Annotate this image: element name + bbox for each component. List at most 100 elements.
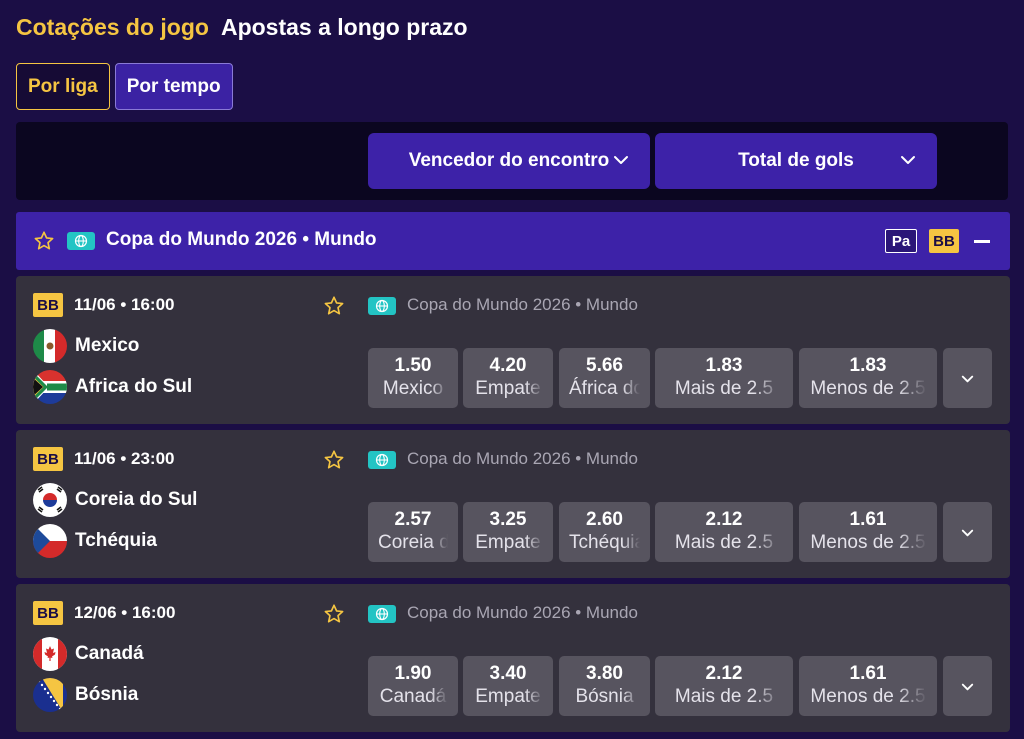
odd-under-button[interactable]: 1.61 Menos de 2.5 xyxy=(799,656,937,716)
match-league: Copa do Mundo 2026 • Mundo xyxy=(407,295,638,314)
tab-game-odds[interactable]: Cotações do jogo xyxy=(16,14,209,41)
match-time: 12/06 • 16:00 xyxy=(74,603,176,622)
market-total-goals-dropdown[interactable]: Total de gols xyxy=(655,133,937,189)
odd-draw-button[interactable]: 4.20 Empate xyxy=(463,348,553,408)
chevron-down-icon xyxy=(961,375,974,383)
odd-under-button[interactable]: 1.61 Menos de 2.5 xyxy=(799,502,937,562)
south-korea-flag-icon xyxy=(33,483,67,517)
away-team-name: Bósnia xyxy=(75,684,139,705)
away-team: Bósnia xyxy=(33,678,138,712)
odd-label: Menos de 2.5 xyxy=(810,378,926,399)
away-team-name: Tchéquia xyxy=(75,530,157,551)
odd-under-button[interactable]: 1.83 Menos de 2.5 xyxy=(799,348,937,408)
tab-long-term-bets[interactable]: Apostas a longo prazo xyxy=(221,14,468,41)
star-icon[interactable] xyxy=(323,295,345,317)
home-team-name: Mexico xyxy=(75,335,140,356)
market-bar: Vencedor do encontro Total de gols xyxy=(16,122,1008,200)
star-icon[interactable] xyxy=(33,230,55,252)
market-total-goals-label: Total de gols xyxy=(738,150,854,171)
odd-label: Empate xyxy=(475,378,541,399)
collapse-icon[interactable] xyxy=(974,240,990,243)
south-africa-flag-icon xyxy=(33,370,67,404)
globe-icon xyxy=(368,451,396,469)
star-icon[interactable] xyxy=(323,603,345,625)
odd-value: 1.61 xyxy=(849,509,887,530)
odd-label: Empate xyxy=(475,532,541,553)
globe-icon xyxy=(368,605,396,623)
market-winner-dropdown[interactable]: Vencedor do encontro xyxy=(368,133,650,189)
away-team: Tchéquia xyxy=(33,524,157,558)
odd-value: 1.83 xyxy=(705,355,743,376)
odd-label: Mais de 2.5 xyxy=(674,686,774,707)
bosnia-flag-icon xyxy=(33,678,67,712)
odd-label: Tchéquia xyxy=(569,532,640,553)
odd-value: 1.50 xyxy=(394,355,432,376)
odd-label: Menos de 2.5 xyxy=(810,532,926,553)
match-card[interactable]: BB 11/06 • 16:00 Copa do Mundo 2026 • Mund… xyxy=(16,276,1010,424)
league-title: Copa do Mundo 2026 • Mundo xyxy=(106,229,377,250)
expand-markets-button[interactable] xyxy=(943,656,992,716)
chevron-down-icon xyxy=(901,156,915,164)
odd-value: 4.20 xyxy=(489,355,527,376)
match-time: 11/06 • 23:00 xyxy=(74,449,175,468)
filter-by-time-button[interactable]: Por tempo xyxy=(114,63,233,110)
odd-label: Coreia do Sul xyxy=(378,532,448,553)
odd-value: 1.83 xyxy=(849,355,887,376)
odd-label: África do Sul xyxy=(569,378,640,399)
bb-badge: BB xyxy=(929,229,959,253)
odd-value: 3.80 xyxy=(586,663,623,684)
odd-label: Canadá xyxy=(379,686,447,707)
odd-value: 2.12 xyxy=(705,663,743,684)
odd-away-button[interactable]: 3.80 Bósnia xyxy=(559,656,650,716)
odd-value: 2.60 xyxy=(586,509,623,530)
odd-away-button[interactable]: 5.66África do Sul xyxy=(559,348,650,408)
odd-home-button[interactable]: 1.50 Mexico xyxy=(368,348,458,408)
odd-value: 3.40 xyxy=(489,663,527,684)
bb-badge: BB xyxy=(33,601,63,625)
odd-draw-button[interactable]: 3.25 Empate xyxy=(463,502,553,562)
odd-home-button[interactable]: 2.57Coreia do Sul xyxy=(368,502,458,562)
match-league: Copa do Mundo 2026 • Mundo xyxy=(407,449,638,468)
bb-badge: BB xyxy=(33,293,63,317)
home-team-name: Coreia do Sul xyxy=(75,489,198,510)
odd-away-button[interactable]: 2.60 Tchéquia xyxy=(559,502,650,562)
odd-over-button[interactable]: 2.12 Mais de 2.5 xyxy=(655,656,793,716)
odd-over-button[interactable]: 1.83 Mais de 2.5 xyxy=(655,348,793,408)
odd-label: Bósnia xyxy=(575,686,634,707)
match-time: 11/06 • 16:00 xyxy=(74,295,175,314)
bb-badge: BB xyxy=(33,447,63,471)
odd-label: Mexico xyxy=(382,378,444,399)
odd-value: 1.90 xyxy=(394,663,432,684)
filter-by-league-button[interactable]: Por liga xyxy=(16,63,110,110)
match-league: Copa do Mundo 2026 • Mundo xyxy=(407,603,638,622)
odd-value: 3.25 xyxy=(489,509,527,530)
odd-label: Menos de 2.5 xyxy=(810,686,926,707)
odd-label: Mais de 2.5 xyxy=(674,532,774,553)
star-icon[interactable] xyxy=(323,449,345,471)
match-card[interactable]: BB 11/06 • 23:00 Copa do Mundo 2026 • Mund… xyxy=(16,430,1010,578)
odd-value: 1.61 xyxy=(849,663,887,684)
home-team: Mexico xyxy=(33,329,139,363)
away-team: Africa do Sul xyxy=(33,370,192,404)
odd-draw-button[interactable]: 3.40 Empate xyxy=(463,656,553,716)
globe-icon xyxy=(368,297,396,315)
match-card[interactable]: BB 12/06 • 16:00 Copa do Mundo 2026 • Mund… xyxy=(16,584,1010,732)
odd-value: 5.66 xyxy=(586,355,623,376)
odd-value: 2.12 xyxy=(705,509,743,530)
mexico-flag-icon xyxy=(33,329,67,363)
away-team-name: Africa do Sul xyxy=(75,376,193,397)
filter-group: Por liga Por tempo xyxy=(16,63,233,110)
league-header[interactable]: Copa do Mundo 2026 • Mundo Pa BB xyxy=(16,212,1010,270)
globe-icon xyxy=(67,232,95,250)
odd-label: Empate xyxy=(475,686,541,707)
pa-badge: Pa xyxy=(885,229,917,253)
chevron-down-icon xyxy=(961,529,974,537)
expand-markets-button[interactable] xyxy=(943,502,992,562)
canada-flag-icon xyxy=(33,637,67,671)
chevron-down-icon xyxy=(614,156,628,164)
chevron-down-icon xyxy=(961,683,974,691)
odd-home-button[interactable]: 1.90 Canadá xyxy=(368,656,458,716)
odd-over-button[interactable]: 2.12 Mais de 2.5 xyxy=(655,502,793,562)
odd-value: 2.57 xyxy=(394,509,432,530)
expand-markets-button[interactable] xyxy=(943,348,992,408)
